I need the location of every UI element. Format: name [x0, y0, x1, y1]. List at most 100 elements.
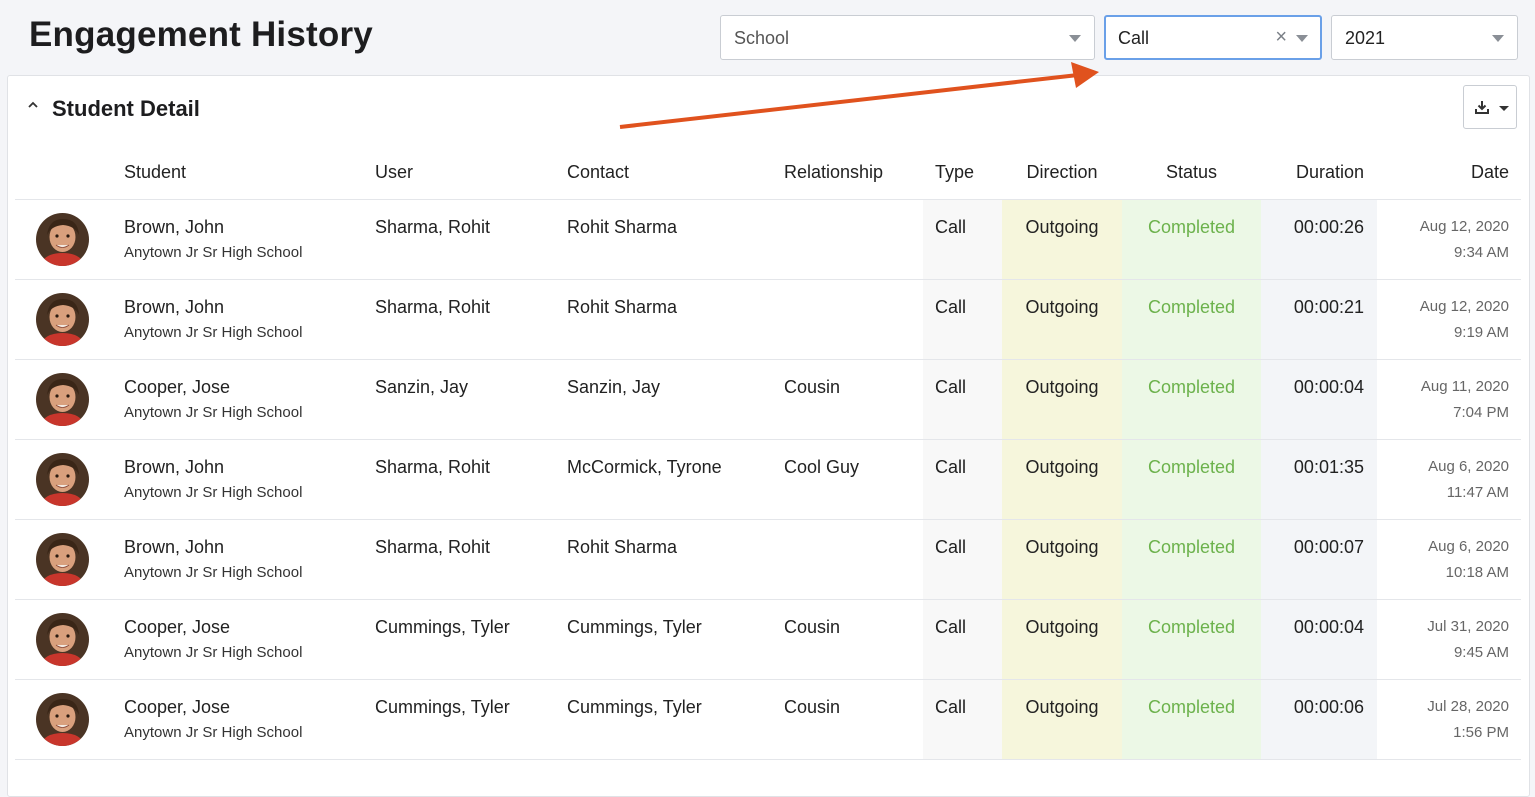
- contact-cell: Cummings, Tyler: [567, 599, 784, 680]
- table-row[interactable]: Brown, John Anytown Jr Sr High School Sh…: [15, 519, 1521, 600]
- type-value: Call: [935, 377, 967, 397]
- contact-name: Sanzin, Jay: [567, 377, 661, 397]
- student-school: Anytown Jr Sr High School: [124, 724, 303, 741]
- type-filter-select[interactable]: Call ×: [1104, 15, 1322, 60]
- student-name[interactable]: Brown, John: [124, 457, 375, 477]
- direction-value: Outgoing: [1025, 537, 1099, 557]
- table-row[interactable]: Brown, John Anytown Jr Sr High School Sh…: [15, 199, 1521, 280]
- user-name: Sharma, Rohit: [375, 297, 491, 317]
- avatar-cell: [15, 199, 124, 280]
- student-name[interactable]: Brown, John: [124, 297, 375, 317]
- student-name[interactable]: Cooper, Jose: [124, 697, 375, 717]
- date-value: Jul 31, 2020: [1427, 618, 1509, 635]
- relationship-cell: [784, 199, 923, 280]
- direction-value: Outgoing: [1025, 377, 1099, 397]
- type-filter-value: Call: [1118, 28, 1150, 48]
- avatar: [36, 373, 89, 426]
- user-name: Sharma, Rohit: [375, 217, 491, 237]
- time-value: 11:47 AM: [1446, 484, 1509, 501]
- status-value: Completed: [1147, 697, 1236, 717]
- table-row[interactable]: Cooper, Jose Anytown Jr Sr High School C…: [15, 679, 1521, 760]
- user-name: Sanzin, Jay: [375, 377, 469, 397]
- status-value: Completed: [1147, 537, 1236, 557]
- status-cell: Completed: [1122, 279, 1261, 360]
- time-value: 9:45 AM: [1453, 644, 1509, 661]
- student-name[interactable]: Brown, John: [124, 217, 375, 237]
- user-name: Sharma, Rohit: [375, 537, 491, 557]
- type-value: Call: [935, 617, 967, 637]
- avatar-cell: [15, 599, 124, 680]
- user-name: Sharma, Rohit: [375, 457, 491, 477]
- duration-value: 00:01:35: [1293, 457, 1364, 477]
- relationship-column-header[interactable]: Relationship: [784, 145, 923, 200]
- contact-name: McCormick, Tyrone: [567, 457, 722, 477]
- relationship-cell: Cousin: [784, 599, 923, 680]
- avatar-column-header: [15, 145, 124, 200]
- chevron-down-icon: [1492, 35, 1504, 42]
- user-cell: Sanzin, Jay: [375, 359, 567, 440]
- clear-icon[interactable]: ×: [1275, 27, 1287, 47]
- date-cell: Jul 28, 2020 1:56 PM: [1377, 679, 1521, 760]
- contact-column-header[interactable]: Contact: [567, 145, 784, 200]
- date-cell: Aug 6, 2020 11:47 AM: [1377, 439, 1521, 520]
- date-value: Aug 12, 2020: [1419, 218, 1509, 235]
- student-cell: Cooper, Jose Anytown Jr Sr High School: [124, 599, 375, 680]
- user-column-header[interactable]: User: [375, 145, 567, 200]
- table-header-row: Student User Contact Relationship Type D…: [15, 145, 1521, 200]
- relationship-value: Cousin: [784, 377, 841, 397]
- avatar-cell: [15, 359, 124, 440]
- table-row[interactable]: Cooper, Jose Anytown Jr Sr High School S…: [15, 359, 1521, 440]
- avatar: [36, 613, 89, 666]
- table-row[interactable]: Cooper, Jose Anytown Jr Sr High School C…: [15, 599, 1521, 680]
- student-cell: Cooper, Jose Anytown Jr Sr High School: [124, 359, 375, 440]
- student-name[interactable]: Cooper, Jose: [124, 617, 375, 637]
- relationship-value: Cousin: [784, 617, 841, 637]
- contact-cell: McCormick, Tyrone: [567, 439, 784, 520]
- avatar: [36, 533, 89, 586]
- table-row[interactable]: Brown, John Anytown Jr Sr High School Sh…: [15, 279, 1521, 360]
- page-title: Engagement History: [29, 15, 373, 54]
- date-value: Aug 11, 2020: [1420, 378, 1509, 395]
- student-column-header[interactable]: Student: [124, 145, 375, 200]
- student-name[interactable]: Cooper, Jose: [124, 377, 375, 397]
- direction-value: Outgoing: [1025, 457, 1099, 477]
- date-cell: Aug 12, 2020 9:19 AM: [1377, 279, 1521, 360]
- time-value: 1:56 PM: [1453, 724, 1509, 741]
- duration-value: 00:00:04: [1293, 377, 1364, 397]
- table-row[interactable]: Brown, John Anytown Jr Sr High School Sh…: [15, 439, 1521, 520]
- date-column-header[interactable]: Date: [1377, 145, 1521, 200]
- year-filter-select[interactable]: 2021: [1331, 15, 1518, 60]
- duration-value: 00:00:21: [1293, 297, 1364, 317]
- status-column-header[interactable]: Status: [1122, 145, 1261, 200]
- date-cell: Jul 31, 2020 9:45 AM: [1377, 599, 1521, 680]
- status-cell: Completed: [1122, 519, 1261, 600]
- contact-name: Rohit Sharma: [567, 537, 678, 557]
- direction-value: Outgoing: [1025, 697, 1099, 717]
- user-name: Cummings, Tyler: [375, 697, 510, 717]
- direction-value: Outgoing: [1025, 217, 1099, 237]
- chevron-up-icon[interactable]: [26, 98, 40, 112]
- type-cell: Call: [923, 679, 1002, 760]
- direction-cell: Outgoing: [1002, 439, 1122, 520]
- status-cell: Completed: [1122, 439, 1261, 520]
- relationship-value: Cousin: [784, 697, 841, 717]
- date-cell: Aug 11, 2020 7:04 PM: [1377, 359, 1521, 440]
- avatar-cell: [15, 519, 124, 600]
- date-value: Aug 6, 2020: [1428, 538, 1509, 555]
- type-value: Call: [935, 537, 967, 557]
- status-value: Completed: [1147, 297, 1236, 317]
- duration-column-header[interactable]: Duration: [1261, 145, 1377, 200]
- export-button[interactable]: [1463, 85, 1517, 129]
- direction-column-header[interactable]: Direction: [1002, 145, 1122, 200]
- relationship-cell: Cool Guy: [784, 439, 923, 520]
- duration-cell: 00:00:26: [1261, 199, 1377, 280]
- type-column-header[interactable]: Type: [923, 145, 1002, 200]
- status-value: Completed: [1147, 617, 1236, 637]
- status-value: Completed: [1147, 377, 1236, 397]
- school-filter-select[interactable]: School: [720, 15, 1095, 60]
- direction-cell: Outgoing: [1002, 679, 1122, 760]
- type-cell: Call: [923, 519, 1002, 600]
- student-name[interactable]: Brown, John: [124, 537, 375, 557]
- user-cell: Sharma, Rohit: [375, 519, 567, 600]
- direction-cell: Outgoing: [1002, 199, 1122, 280]
